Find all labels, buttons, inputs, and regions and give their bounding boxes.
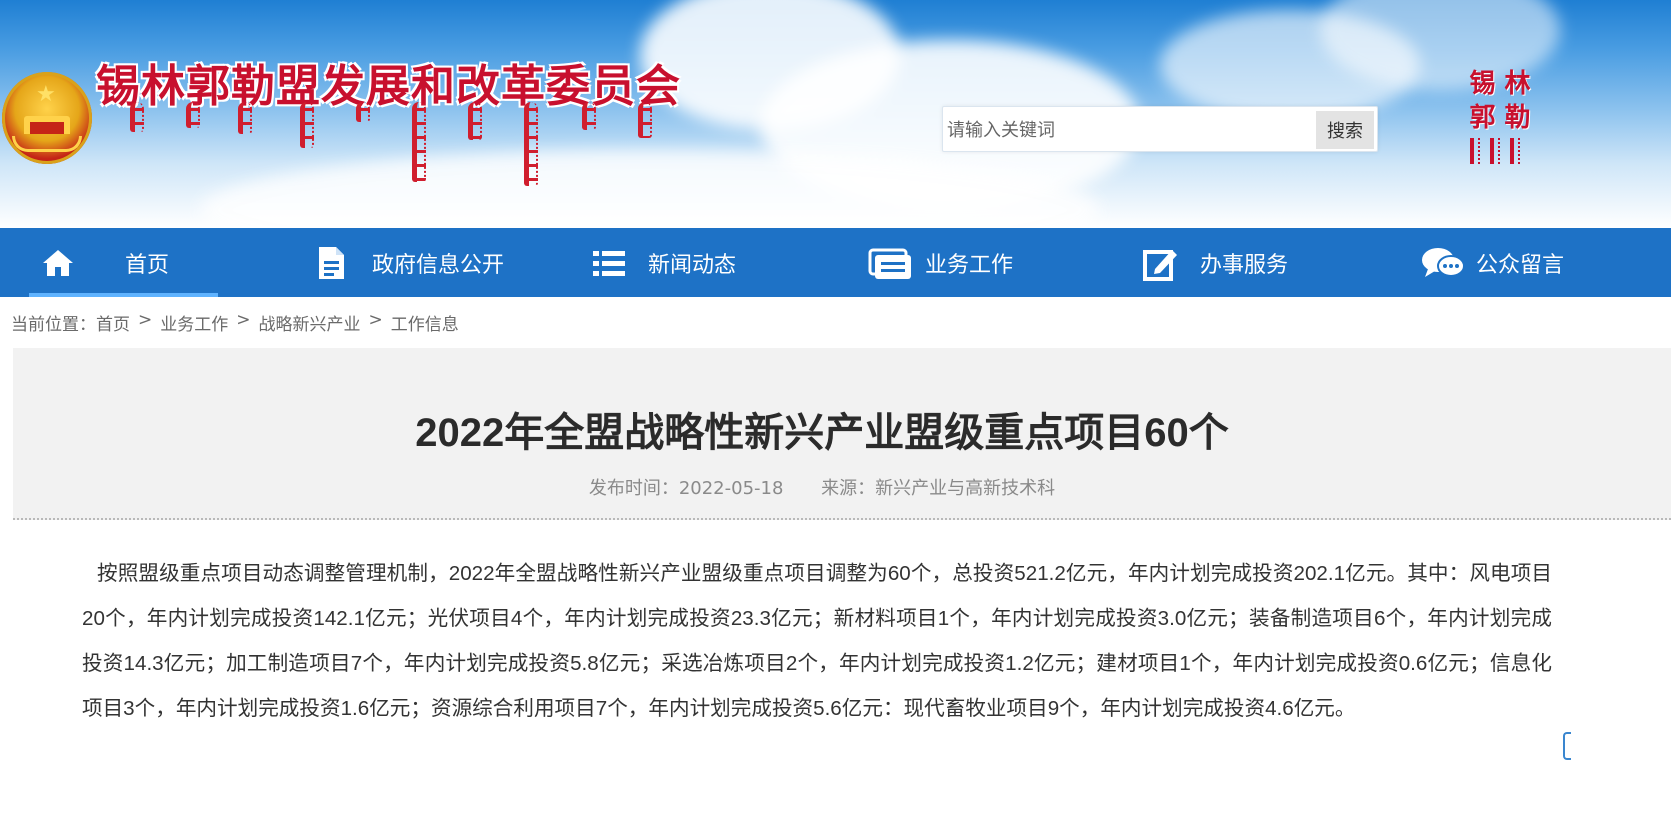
article-title: 2022年全盟战略性新兴产业盟级重点项目60个 bbox=[415, 411, 1229, 455]
breadcrumb-separator: > bbox=[236, 310, 251, 330]
breadcrumb-separator: > bbox=[138, 310, 153, 330]
list-icon bbox=[593, 251, 625, 276]
nav-item-services[interactable]: 办事服务 bbox=[1142, 228, 1342, 297]
article-body: 按照盟级重点项目动态调整管理机制，2022年全盟战略性新兴产业盟级重点项目调整为… bbox=[82, 562, 1552, 720]
breadcrumb: 当前位置： 首页 > 业务工作 > 战略新兴产业 > 工作信息 bbox=[11, 310, 459, 336]
chat-bubbles-icon bbox=[1422, 248, 1465, 277]
national-emblem-logo: ★ bbox=[2, 72, 92, 164]
nav-item-gov-info[interactable]: 政府信息公开 bbox=[312, 228, 542, 297]
header-banner: ★ 锡林郭勒盟发展和改革委员会 搜索 锡 林 郭 勒 bbox=[0, 0, 1671, 228]
xilingol-seal-logo: 锡 林 郭 勒 bbox=[1464, 66, 1538, 166]
article-source: 来源：新兴产业与高新技术科 bbox=[821, 478, 1056, 499]
stacked-cards-icon bbox=[868, 248, 911, 279]
breadcrumb-home[interactable]: 首页 bbox=[96, 310, 130, 336]
breadcrumb-separator: > bbox=[368, 310, 383, 330]
nav-item-public-message[interactable]: 公众留言 bbox=[1418, 228, 1671, 297]
search-box: 搜索 bbox=[942, 106, 1378, 152]
home-icon bbox=[43, 250, 73, 276]
search-input[interactable] bbox=[945, 111, 1313, 149]
breadcrumb-business[interactable]: 业务工作 bbox=[160, 310, 228, 336]
article-meta: 发布时间：2022-05-18 来源：新兴产业与高新技术科 bbox=[13, 474, 1631, 500]
publish-time: 发布时间：2022-05-18 bbox=[588, 478, 784, 499]
article-header: 2022年全盟战略性新兴产业盟级重点项目60个 发布时间：2022-05-18 … bbox=[13, 348, 1671, 520]
side-float-tab[interactable] bbox=[1563, 732, 1571, 760]
breadcrumb-prefix: 当前位置： bbox=[11, 315, 96, 335]
nav-item-news[interactable]: 新闻动态 bbox=[590, 228, 790, 297]
breadcrumb-emerging-industry[interactable]: 战略新兴产业 bbox=[259, 310, 361, 336]
mongolian-title-script bbox=[120, 102, 680, 190]
main-nav: 首页 政府信息公开 新闻动态 业务工作 办事服务 公众留言 bbox=[0, 228, 1671, 297]
edit-icon bbox=[1143, 250, 1177, 281]
nav-item-business[interactable]: 业务工作 bbox=[868, 228, 1068, 297]
document-icon bbox=[319, 247, 344, 279]
search-button[interactable]: 搜索 bbox=[1316, 111, 1374, 149]
nav-item-home[interactable]: 首页 bbox=[29, 228, 218, 297]
breadcrumb-work-info[interactable]: 工作信息 bbox=[391, 310, 459, 336]
